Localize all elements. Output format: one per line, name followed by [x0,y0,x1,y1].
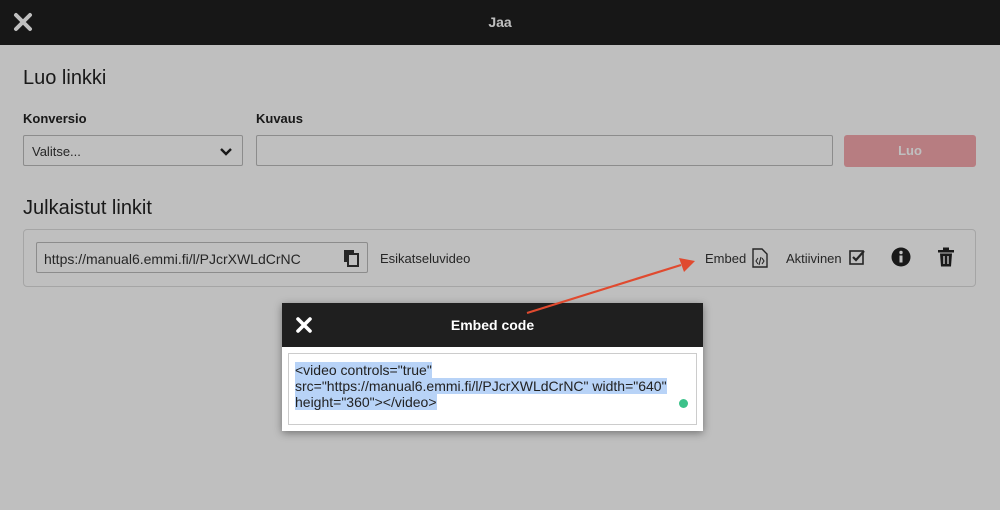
dialog-header: Embed code [282,303,703,347]
embed-code-line: <video controls="true" [295,362,432,378]
embed-code-dialog: Embed code <video controls="true" src="h… [282,303,703,431]
modal-backdrop[interactable] [0,0,1000,510]
embed-code-line: src="https://manual6.emmi.fi/l/PJcrXWLdC… [295,378,667,394]
embed-code-line: height="360"></video> [295,394,437,410]
status-dot [679,399,688,408]
embed-code-textarea[interactable]: <video controls="true" src="https://manu… [288,353,697,425]
embed-code-text: <video controls="true" src="https://manu… [295,362,685,410]
dialog-title: Embed code [450,317,535,333]
